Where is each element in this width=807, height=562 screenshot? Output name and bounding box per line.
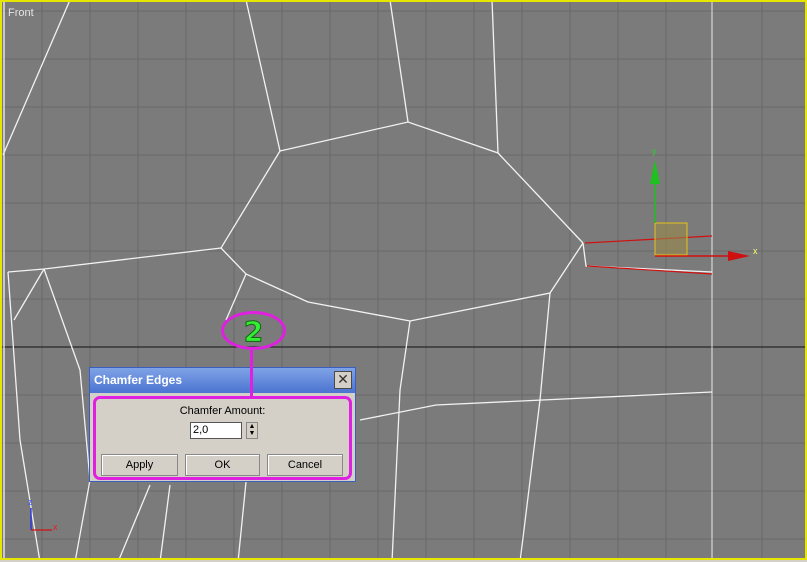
corner-x-label: x — [53, 522, 58, 532]
step-number: 2 — [243, 315, 264, 349]
dialog-title: Chamfer Edges — [94, 373, 183, 387]
step-callout: 2 — [221, 311, 286, 350]
gizmo-y-label: y — [652, 146, 657, 156]
cancel-button[interactable]: Cancel — [267, 454, 343, 476]
chamfer-edges-dialog[interactable]: Chamfer Edges ✕ Chamfer Amount: 2,0 ▲ ▼ … — [89, 367, 356, 482]
gizmo-x-label: x — [753, 246, 758, 256]
corner-z-label: z — [28, 497, 33, 507]
close-icon: ✕ — [337, 371, 349, 387]
callout-connector — [250, 349, 253, 397]
dialog-titlebar[interactable]: Chamfer Edges ✕ — [90, 368, 355, 393]
apply-button[interactable]: Apply — [101, 454, 178, 476]
close-button[interactable]: ✕ — [334, 371, 352, 389]
gizmo-plane-handle[interactable] — [654, 222, 688, 256]
spinner-down-icon[interactable]: ▼ — [247, 430, 257, 437]
viewport-label[interactable]: Front — [8, 7, 34, 19]
spinner-up-icon[interactable]: ▲ — [247, 423, 257, 430]
chamfer-amount-spinner[interactable]: ▲ ▼ — [246, 422, 258, 439]
chamfer-amount-input[interactable]: 2,0 — [190, 422, 242, 439]
chamfer-amount-label: Chamfer Amount: — [179, 405, 266, 417]
ok-button[interactable]: OK — [185, 454, 260, 476]
